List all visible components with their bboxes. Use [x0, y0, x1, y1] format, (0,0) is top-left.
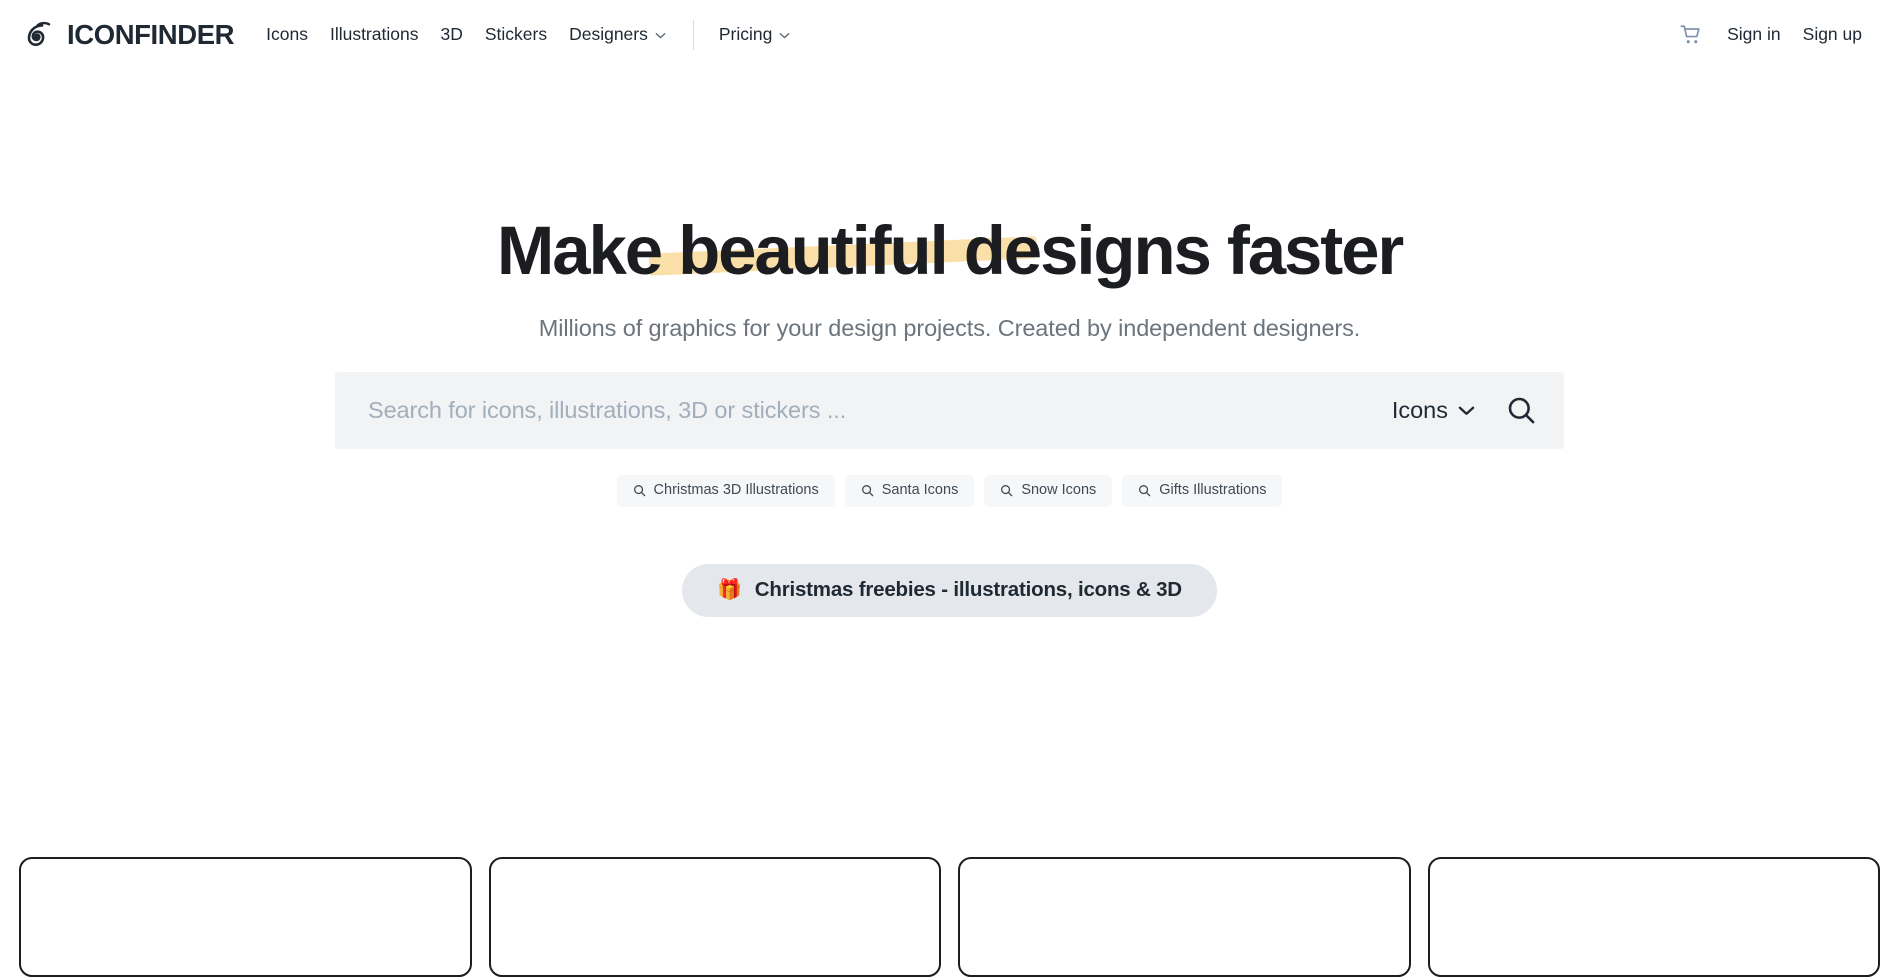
- nav-item-label: Icons: [266, 23, 308, 44]
- logo-wordmark: ICONFINDER: [67, 18, 235, 50]
- suggestion-chip-christmas-3d-illustrations[interactable]: Christmas 3D Illustrations: [616, 475, 835, 507]
- suggestion-chip-label: Snow Icons: [1021, 482, 1097, 499]
- category-card[interactable]: [1427, 857, 1880, 977]
- category-card[interactable]: [19, 857, 472, 977]
- suggestion-chip-label: Santa Icons: [881, 482, 959, 499]
- header-actions: Sign in Sign up: [1666, 24, 1873, 46]
- search-submit-button[interactable]: [1506, 395, 1537, 426]
- hero-title-wrap: Make beautiful designs faster: [496, 212, 1404, 289]
- nav-item-label: 3D: [440, 23, 463, 44]
- nav-divider: [692, 19, 694, 50]
- promo-row: 🎁 Christmas freebies - illustrations, ic…: [0, 563, 1899, 618]
- chevron-down-icon: [655, 33, 666, 39]
- nav-item-illustrations[interactable]: Illustrations: [319, 23, 430, 44]
- suggestion-chip-gifts-illustrations[interactable]: Gifts Illustrations: [1122, 475, 1283, 507]
- search-type-label: Icons: [1391, 397, 1448, 424]
- search-icon: [633, 485, 645, 497]
- nav-item-label: Pricing: [718, 23, 773, 44]
- search-input[interactable]: [368, 397, 1385, 425]
- nav-item-pricing[interactable]: Pricing: [708, 23, 802, 44]
- iconfinder-eye-logo-icon: [27, 21, 51, 46]
- gift-icon: 🎁: [717, 579, 742, 602]
- category-card[interactable]: [958, 857, 1411, 977]
- category-card-row: [19, 857, 1880, 977]
- sign-up-link[interactable]: Sign up: [1792, 24, 1873, 45]
- nav-item-icons[interactable]: Icons: [255, 23, 319, 44]
- suggestion-chip-label: Christmas 3D Illustrations: [653, 482, 819, 499]
- primary-navigation: Icons Illustrations 3D Stickers Designer…: [255, 0, 801, 69]
- chevron-down-icon: [780, 33, 790, 39]
- christmas-freebies-banner[interactable]: 🎁 Christmas freebies - illustrations, ic…: [682, 563, 1217, 618]
- suggestion-chip-santa-icons[interactable]: Santa Icons: [844, 475, 975, 507]
- nav-item-3d[interactable]: 3D: [429, 23, 473, 44]
- search-bar[interactable]: Icons: [335, 372, 1564, 450]
- search-icon: [861, 485, 874, 497]
- nav-item-label: Stickers: [484, 23, 548, 44]
- suggestion-chip-label: Gifts Illustrations: [1159, 482, 1267, 499]
- category-card[interactable]: [488, 857, 941, 977]
- site-header: ICONFINDER Icons Illustrations 3D Sticke…: [0, 0, 1899, 69]
- search-type-dropdown[interactable]: Icons: [1385, 397, 1482, 424]
- nav-item-label: Designers: [569, 23, 648, 44]
- logo-home-link[interactable]: ICONFINDER: [25, 18, 235, 52]
- search-icon: [1139, 485, 1151, 497]
- nav-item-label: Illustrations: [329, 23, 419, 44]
- sign-in-link[interactable]: Sign in: [1716, 24, 1792, 45]
- suggestion-chip-snow-icons[interactable]: Snow Icons: [984, 475, 1113, 507]
- hero-section: Make beautiful designs faster Millions o…: [0, 69, 1899, 618]
- search-suggestions: Christmas 3D Illustrations Santa Icons S…: [0, 475, 1899, 507]
- nav-item-stickers[interactable]: Stickers: [474, 23, 558, 44]
- search-icon: [1508, 398, 1535, 424]
- hero-subtitle: Millions of graphics for your design pro…: [538, 314, 1361, 341]
- cart-button[interactable]: [1666, 24, 1716, 46]
- shopping-cart-icon: [1680, 24, 1700, 43]
- nav-item-designers[interactable]: Designers: [558, 23, 677, 44]
- search-icon: [1001, 485, 1013, 497]
- page-title: Make beautiful designs faster: [496, 212, 1404, 289]
- chevron-down-icon: [1458, 406, 1475, 416]
- promo-label: Christmas freebies - illustrations, icon…: [754, 577, 1182, 601]
